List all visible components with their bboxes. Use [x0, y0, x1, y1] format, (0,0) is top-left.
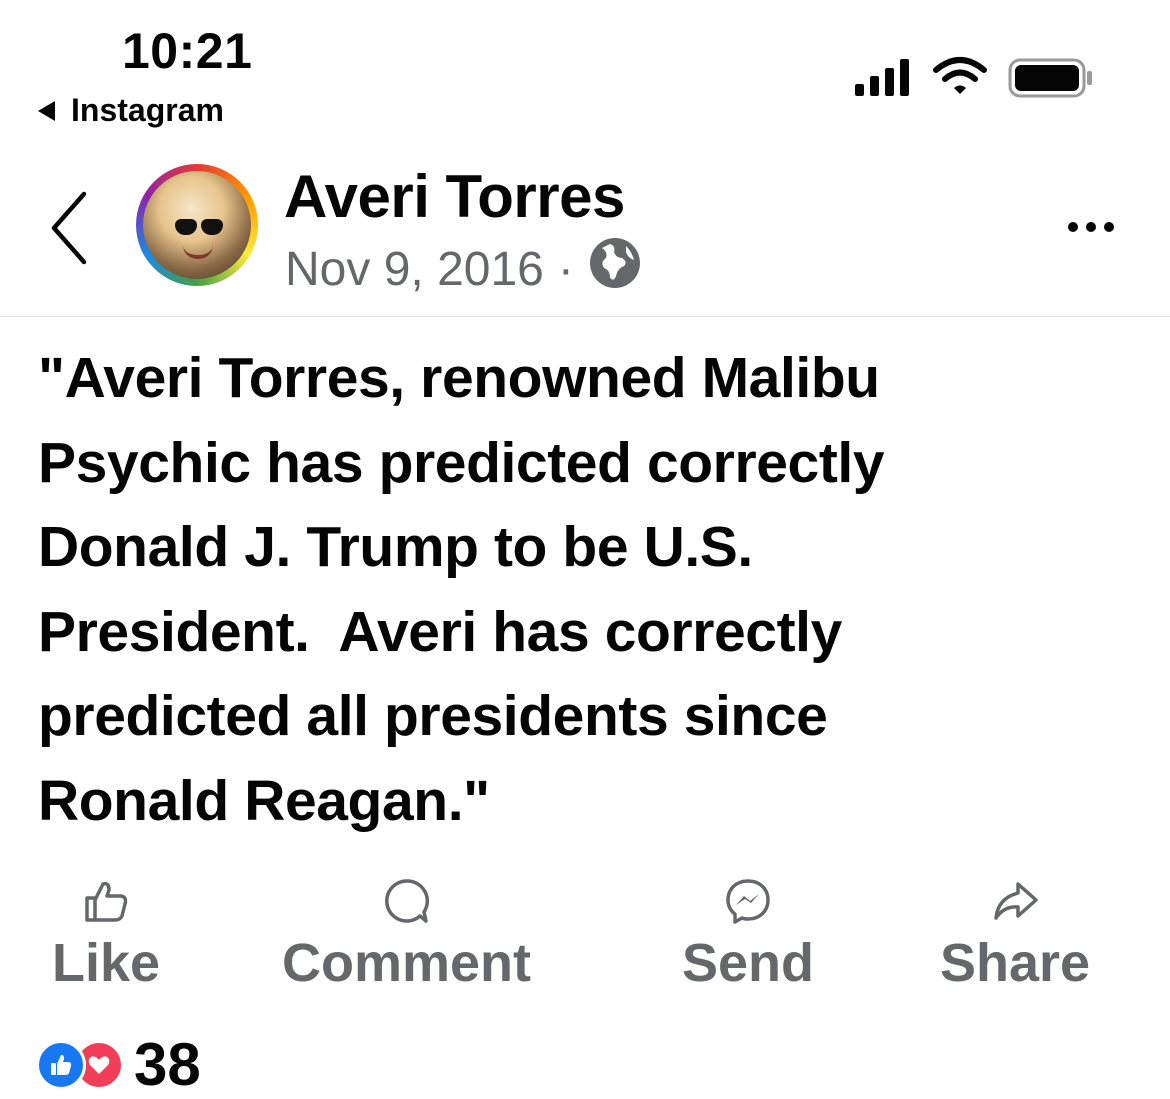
comment-bubble-icon	[384, 879, 429, 923]
post-text: "Averi Torres, renowned Malibu Psychic h…	[38, 346, 885, 833]
comment-label: Comment	[282, 933, 532, 993]
share-arrow-icon	[994, 882, 1038, 920]
globe-icon	[588, 236, 642, 302]
battery-icon	[1008, 58, 1094, 103]
signal-icon	[855, 58, 909, 96]
post-date[interactable]: Nov 9, 2016	[285, 242, 544, 297]
share-button[interactable]: Share	[940, 876, 1090, 994]
send-button[interactable]: Send	[682, 876, 814, 994]
post-meta: Nov 9, 2016 ·	[285, 236, 642, 302]
back-to-instagram-link[interactable]: Instagram	[38, 92, 224, 129]
send-label: Send	[682, 933, 815, 993]
avatar[interactable]	[136, 164, 258, 286]
like-label: Like	[52, 933, 161, 993]
share-label: Share	[940, 933, 1091, 993]
like-reaction-icon	[36, 1039, 86, 1090]
comment-button[interactable]: Comment	[282, 876, 531, 994]
avatar-photo	[143, 171, 251, 279]
more-options-icon[interactable]	[1068, 222, 1114, 232]
reactions-summary[interactable]: 38	[36, 1030, 201, 1099]
back-app-label: Instagram	[71, 92, 224, 128]
back-chevron-icon[interactable]	[48, 188, 88, 273]
divider	[0, 316, 1170, 317]
wifi-icon	[932, 56, 988, 101]
like-button[interactable]: Like	[52, 876, 160, 994]
meta-separator: ·	[557, 242, 574, 296]
author-name[interactable]: Averi Torres	[284, 162, 625, 231]
messenger-icon	[726, 879, 770, 924]
status-time: 10:21	[122, 23, 253, 79]
thumbs-up-icon	[85, 881, 128, 922]
reaction-count: 38	[134, 1031, 201, 1098]
back-triangle-icon	[38, 100, 55, 121]
